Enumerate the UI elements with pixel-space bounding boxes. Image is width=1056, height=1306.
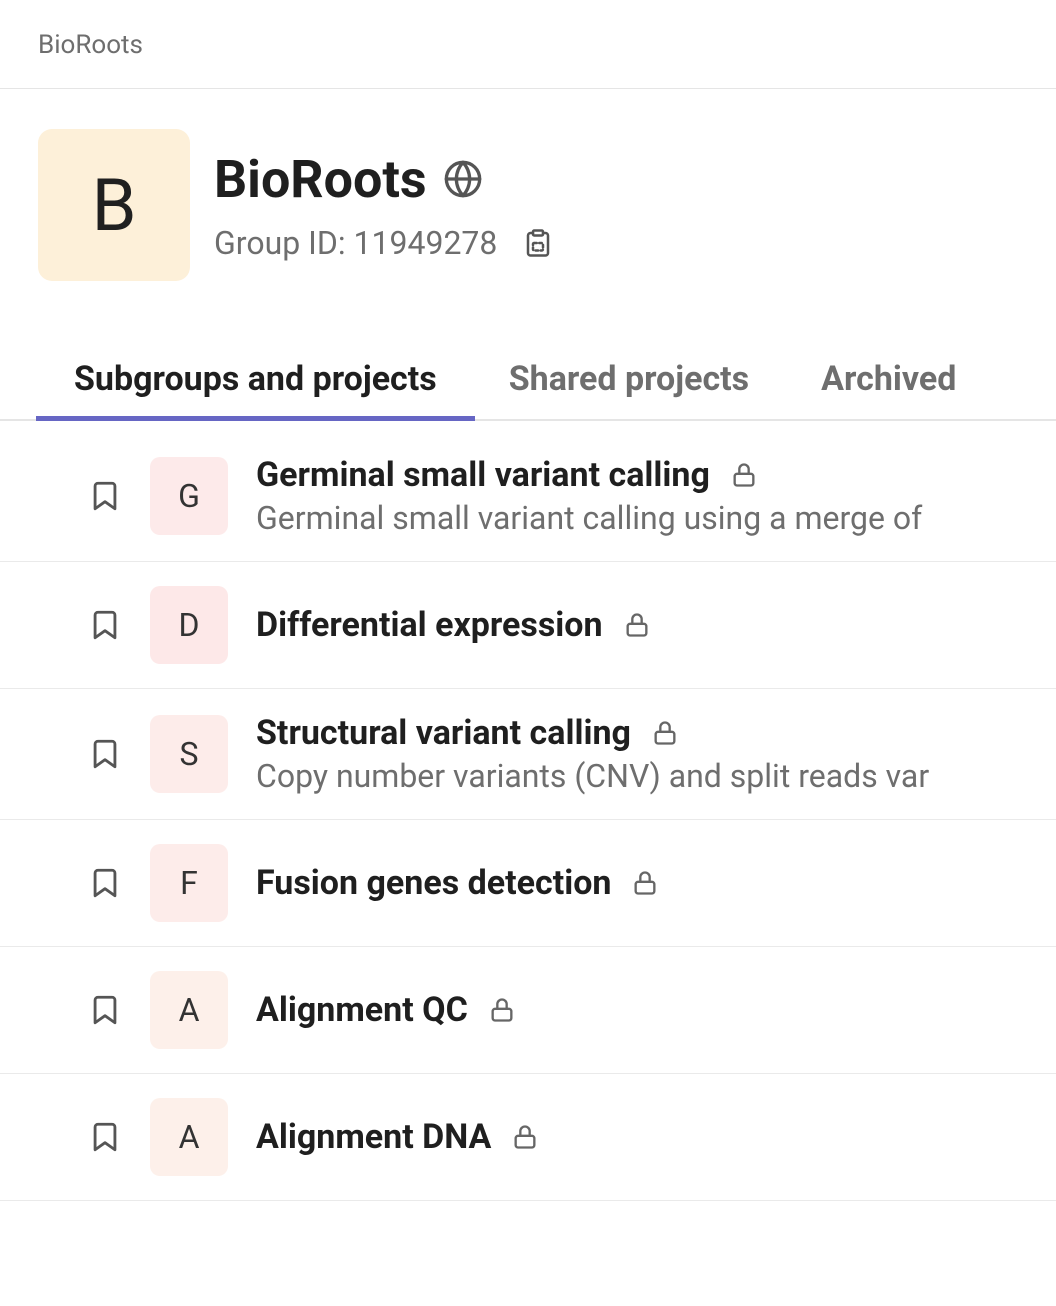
project-text: Alignment DNA bbox=[256, 1117, 1056, 1157]
project-title[interactable]: Alignment QC bbox=[256, 990, 468, 1030]
globe-icon bbox=[443, 159, 483, 199]
project-avatar: F bbox=[150, 844, 228, 922]
project-avatar: A bbox=[150, 1098, 228, 1176]
tab-archived[interactable]: Archived bbox=[821, 341, 956, 419]
group-id: Group ID: 11949278 bbox=[214, 224, 497, 262]
group-title: BioRoots bbox=[214, 149, 427, 210]
project-text: Differential expression bbox=[256, 605, 1056, 645]
project-text: Structural variant calling Copy number va… bbox=[256, 713, 1056, 795]
group-header: B BioRoots Group ID: 11949278 bbox=[0, 89, 1056, 331]
tabs: Subgroups and projects Shared projects A… bbox=[0, 341, 1056, 421]
lock-icon bbox=[488, 996, 516, 1024]
project-list: GGerminal small variant callingGerminal … bbox=[0, 421, 1056, 1201]
project-description: Copy number variants (CNV) and split rea… bbox=[256, 757, 1056, 795]
project-avatar: S bbox=[150, 715, 228, 793]
project-title[interactable]: Germinal small variant calling bbox=[256, 455, 710, 495]
project-description: Germinal small variant calling using a m… bbox=[256, 499, 1056, 537]
project-item[interactable]: F Fusion genes detection bbox=[0, 820, 1056, 947]
project-item[interactable]: D Differential expression bbox=[0, 562, 1056, 689]
project-text: Fusion genes detection bbox=[256, 863, 1056, 903]
lock-icon bbox=[631, 869, 659, 897]
project-item[interactable]: A Alignment QC bbox=[0, 947, 1056, 1074]
bookmark-icon[interactable] bbox=[88, 608, 122, 642]
project-avatar: A bbox=[150, 971, 228, 1049]
bookmark-icon[interactable] bbox=[88, 866, 122, 900]
project-title[interactable]: Differential expression bbox=[256, 605, 603, 645]
bookmark-icon[interactable] bbox=[88, 479, 122, 513]
tab-shared-projects[interactable]: Shared projects bbox=[509, 341, 749, 419]
project-item[interactable]: GGerminal small variant callingGerminal … bbox=[0, 421, 1056, 562]
copy-id-icon[interactable] bbox=[523, 228, 553, 258]
project-text: Germinal small variant calling Germinal s… bbox=[256, 455, 1056, 537]
project-text: Alignment QC bbox=[256, 990, 1056, 1030]
bookmark-icon[interactable] bbox=[88, 993, 122, 1027]
breadcrumb[interactable]: BioRoots bbox=[0, 0, 1056, 89]
group-avatar: B bbox=[38, 129, 190, 281]
lock-icon bbox=[511, 1123, 539, 1151]
lock-icon bbox=[651, 719, 679, 747]
bookmark-icon[interactable] bbox=[88, 1120, 122, 1154]
project-item[interactable]: S Structural variant calling Copy number v… bbox=[0, 689, 1056, 820]
project-avatar: G bbox=[150, 457, 228, 535]
project-item[interactable]: A Alignment DNA bbox=[0, 1074, 1056, 1201]
tab-subgroups-projects[interactable]: Subgroups and projects bbox=[74, 341, 437, 419]
project-title[interactable]: Structural variant calling bbox=[256, 713, 631, 753]
bookmark-icon[interactable] bbox=[88, 737, 122, 771]
lock-icon bbox=[730, 461, 758, 489]
lock-icon bbox=[623, 611, 651, 639]
project-title[interactable]: Alignment DNA bbox=[256, 1117, 491, 1157]
project-avatar: D bbox=[150, 586, 228, 664]
project-title[interactable]: Fusion genes detection bbox=[256, 863, 611, 903]
